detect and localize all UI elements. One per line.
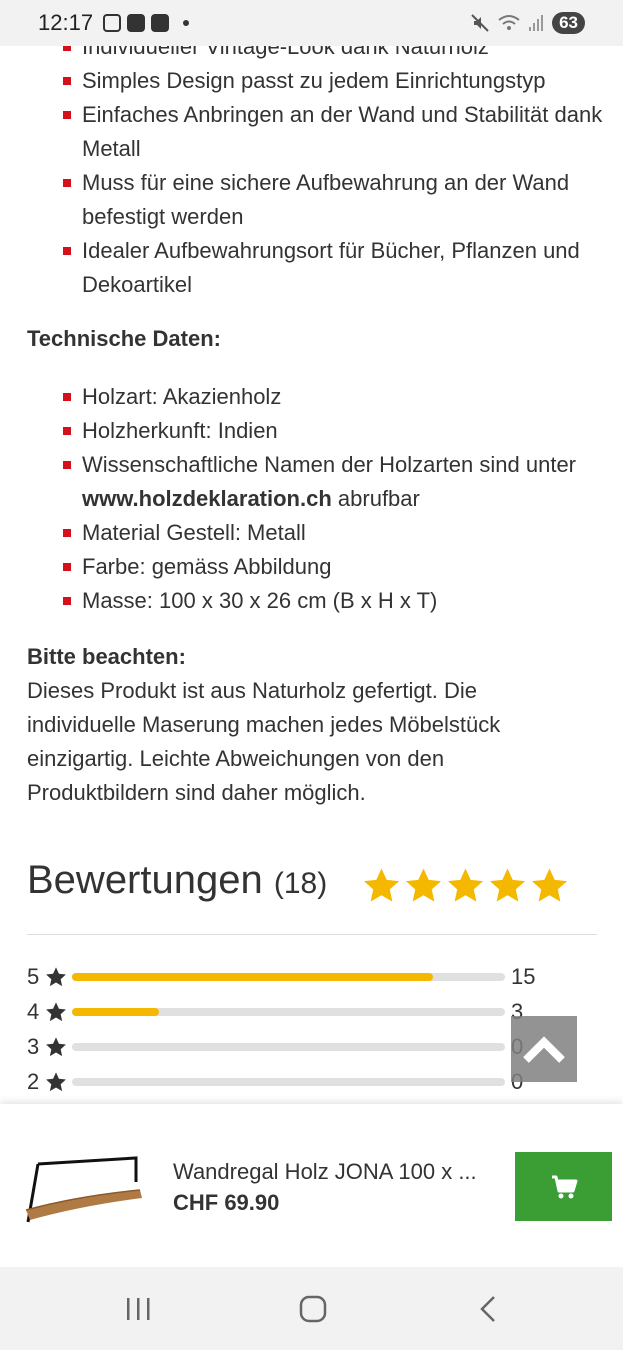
app-icon bbox=[151, 14, 170, 32]
star-icon bbox=[489, 868, 526, 902]
average-rating-stars bbox=[362, 866, 569, 905]
rating-bar bbox=[72, 973, 505, 981]
product-thumbnail[interactable] bbox=[18, 1154, 146, 1229]
back-button[interactable] bbox=[468, 1294, 508, 1324]
rating-label: 5 bbox=[27, 964, 40, 989]
list-item-text: Wissenschaftliche Namen der Holzarten si… bbox=[82, 452, 577, 477]
reviews-count: (18) bbox=[273, 867, 328, 900]
list-item: Simples Design passt zu jedem Einrichtun… bbox=[63, 64, 603, 98]
back-icon bbox=[480, 1296, 495, 1322]
wifi-icon bbox=[498, 15, 520, 30]
star-icon bbox=[46, 967, 66, 987]
rating-row-4[interactable]: 4 3 bbox=[27, 999, 547, 1025]
status-bar: 12:17 63 bbox=[0, 0, 623, 46]
holzdeklaration-link[interactable]: www.holzdeklaration.ch bbox=[82, 486, 332, 511]
chevron-up-icon bbox=[523, 1036, 565, 1063]
list-item: Idealer Aufbewahrungsort für Bücher, Pfl… bbox=[63, 234, 603, 302]
product-name: Wandregal Holz JONA 100 x ... bbox=[173, 1159, 477, 1184]
rating-label: 2 bbox=[27, 1069, 40, 1094]
list-item: Masse: 100 x 30 x 26 cm (B x H x T) bbox=[63, 584, 603, 618]
list-item: Holzart: Akazienholz bbox=[63, 380, 603, 414]
cart-icon bbox=[551, 1175, 577, 1198]
sticky-cart-bar: Wandregal Holz JONA 100 x ... CHF 69.90 bbox=[0, 1104, 623, 1267]
notice-section: Bitte beachten: Dieses Produkt ist aus N… bbox=[27, 640, 587, 810]
list-item: Wissenschaftliche Namen der Holzarten si… bbox=[63, 448, 603, 516]
status-icons-right: 63 bbox=[470, 12, 585, 34]
star-icon bbox=[46, 1072, 66, 1092]
rating-row-5[interactable]: 5 15 bbox=[27, 964, 547, 990]
list-item: Einfaches Anbringen an der Wand und Stab… bbox=[63, 98, 603, 166]
screenshot-icon bbox=[103, 14, 122, 32]
list-item-suffix: abrufbar bbox=[337, 486, 420, 511]
recent-apps-button[interactable] bbox=[119, 1294, 159, 1324]
rating-row-2[interactable]: 2 0 bbox=[27, 1069, 547, 1095]
home-button[interactable] bbox=[293, 1294, 333, 1324]
list-item: Holzherkunft: Indien bbox=[63, 414, 603, 448]
add-to-cart-button[interactable] bbox=[515, 1152, 612, 1221]
scroll-to-top-button[interactable] bbox=[511, 1016, 577, 1082]
rating-label: 4 bbox=[27, 999, 40, 1024]
notice-text: Dieses Produkt ist aus Naturholz geferti… bbox=[27, 678, 501, 805]
mute-icon bbox=[471, 14, 489, 32]
tech-list: Holzart: Akazienholz Holzherkunft: Indie… bbox=[0, 380, 623, 618]
list-item: Material Gestell: Metall bbox=[63, 516, 603, 550]
star-icon bbox=[46, 1037, 66, 1057]
star-icon bbox=[363, 868, 400, 902]
status-time: 12:17 bbox=[38, 10, 94, 35]
signal-icon bbox=[529, 15, 544, 31]
star-icon bbox=[531, 868, 568, 902]
recent-apps-icon bbox=[127, 1298, 150, 1320]
rating-bar bbox=[72, 1008, 505, 1016]
notice-heading: Bitte beachten: bbox=[27, 644, 186, 669]
rating-label: 3 bbox=[27, 1034, 40, 1059]
gallery-icon bbox=[127, 14, 146, 32]
reviews-title-text: Bewertungen bbox=[27, 858, 263, 902]
product-price: CHF 69.90 bbox=[173, 1190, 280, 1215]
tech-heading: Technische Daten: bbox=[27, 326, 221, 351]
star-icon bbox=[447, 868, 484, 902]
home-icon bbox=[299, 1295, 327, 1323]
rating-row-3[interactable]: 3 0 bbox=[27, 1034, 547, 1060]
list-item: Muss für eine sichere Aufbewahrung an de… bbox=[63, 166, 603, 234]
rating-bar bbox=[72, 1078, 505, 1086]
rating-count: 15 bbox=[511, 964, 536, 989]
battery-indicator: 63 bbox=[552, 12, 585, 34]
list-item: Farbe: gemäss Abbildung bbox=[63, 550, 603, 584]
rating-bar-fill bbox=[72, 1008, 159, 1016]
feature-list: Individueller Vintage-Look dank Naturhol… bbox=[0, 30, 623, 302]
rating-bar bbox=[72, 1043, 505, 1051]
rating-bar-fill bbox=[72, 973, 433, 981]
reviews-title: Bewertungen (18) bbox=[27, 858, 327, 903]
status-icons-left bbox=[103, 14, 190, 32]
star-icon bbox=[46, 1002, 66, 1022]
system-navigation-bar bbox=[0, 1267, 623, 1350]
notification-dot-icon bbox=[183, 20, 190, 26]
star-icon bbox=[405, 868, 442, 902]
divider bbox=[27, 934, 597, 935]
